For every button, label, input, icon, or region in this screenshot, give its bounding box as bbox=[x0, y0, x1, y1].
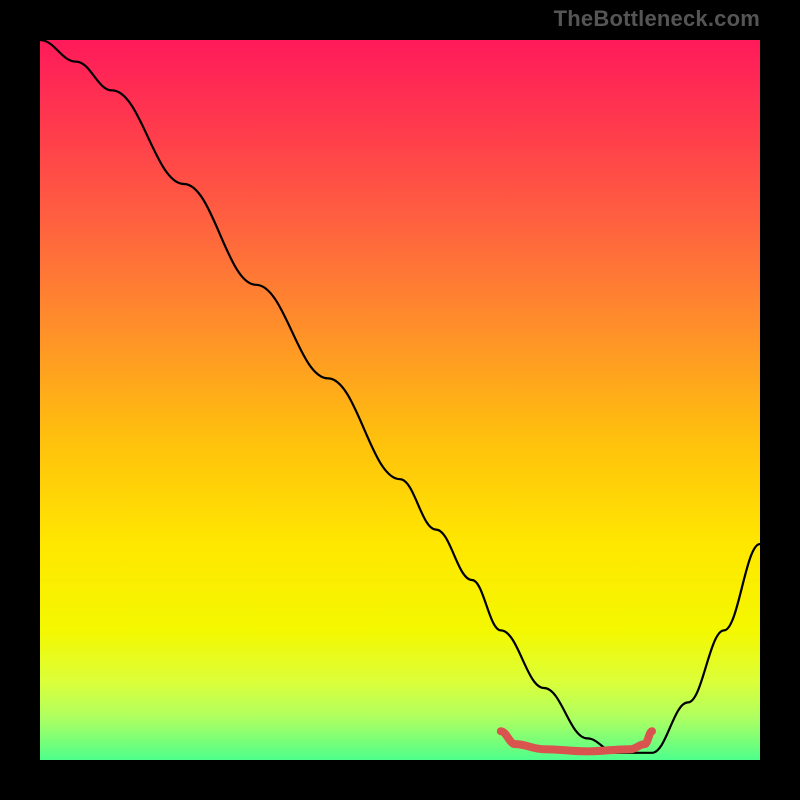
chart-container: TheBottleneck.com bbox=[0, 0, 800, 800]
line-recommended-range-marker bbox=[501, 731, 652, 751]
chart-svg bbox=[40, 40, 760, 760]
watermark-text: TheBottleneck.com bbox=[554, 6, 760, 32]
plot-area bbox=[40, 40, 760, 760]
line-bottleneck-curve bbox=[40, 40, 760, 753]
